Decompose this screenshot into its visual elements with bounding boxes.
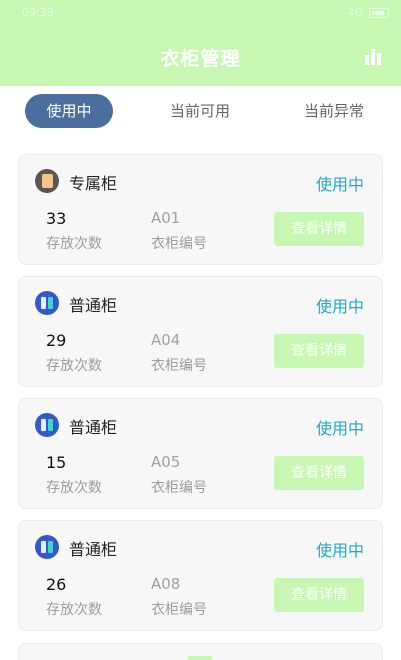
page-title: 衣柜管理 <box>160 48 241 70</box>
cabinet-type: 专属柜 <box>69 174 118 193</box>
view-details-button[interactable]: 查看详情 <box>274 334 364 368</box>
cabinet-number: A04 <box>151 331 181 349</box>
cabinet-number-label: 衣柜编号 <box>151 480 207 496</box>
status-tabs: 使用中 当前可用 当前异常 <box>0 94 401 130</box>
tab-available[interactable]: 当前可用 <box>150 94 250 128</box>
cabinet-number-label: 衣柜编号 <box>151 602 207 618</box>
normal-cabinet-icon <box>35 413 59 437</box>
cabinet-status: 使用中 <box>315 541 364 560</box>
cabinet-type: 普通柜 <box>69 540 118 559</box>
cabinet-number-label: 衣柜编号 <box>151 236 207 252</box>
cabinet-card: 专属柜 使用中 33 存放次数 A01 衣柜编号 查看详情 <box>18 154 383 265</box>
store-count-label: 存放次数 <box>46 236 102 252</box>
cabinet-status: 使用中 <box>315 297 364 316</box>
battery-icon <box>369 7 389 18</box>
status-icons: 4G <box>347 6 389 19</box>
cabinet-card: 普通柜 使用中 29 存放次数 A04 衣柜编号 查看详情 <box>18 276 383 387</box>
cabinet-number: A08 <box>151 575 181 593</box>
store-count-label: 存放次数 <box>46 480 102 496</box>
cabinet-number: A05 <box>151 453 181 471</box>
store-count: 33 <box>46 209 67 228</box>
status-time: 09:39 <box>22 6 54 19</box>
normal-cabinet-icon <box>35 535 59 559</box>
cabinet-card: 普通柜 使用中 26 存放次数 A08 衣柜编号 查看详情 <box>18 520 383 631</box>
signal-indicator: 4G <box>347 6 363 19</box>
view-details-button[interactable]: 查看详情 <box>274 212 364 246</box>
app-header: 09:39 4G 衣柜管理 <box>0 0 401 86</box>
tab-abnormal[interactable]: 当前异常 <box>284 94 384 128</box>
cabinet-status: 使用中 <box>315 175 364 194</box>
bar-chart-icon[interactable] <box>365 47 385 65</box>
store-count: 15 <box>46 453 67 472</box>
cabinet-number-label: 衣柜编号 <box>151 358 207 374</box>
scroll-indicator <box>188 656 212 660</box>
cabinet-type: 普通柜 <box>69 418 118 437</box>
view-details-button[interactable]: 查看详情 <box>274 578 364 612</box>
store-count: 26 <box>46 575 67 594</box>
cabinet-card: 普通柜 使用中 15 存放次数 A05 衣柜编号 查看详情 <box>18 398 383 509</box>
view-details-button[interactable]: 查看详情 <box>274 456 364 490</box>
store-count: 29 <box>46 331 67 350</box>
cabinet-number: A01 <box>151 209 181 227</box>
store-count-label: 存放次数 <box>46 358 102 374</box>
store-count-label: 存放次数 <box>46 602 102 618</box>
status-bar: 09:39 4G <box>0 0 401 24</box>
cabinet-type: 普通柜 <box>69 296 118 315</box>
cabinet-status: 使用中 <box>315 419 364 438</box>
tab-in-use[interactable]: 使用中 <box>25 94 113 128</box>
normal-cabinet-icon <box>35 291 59 315</box>
special-cabinet-icon <box>35 169 59 193</box>
